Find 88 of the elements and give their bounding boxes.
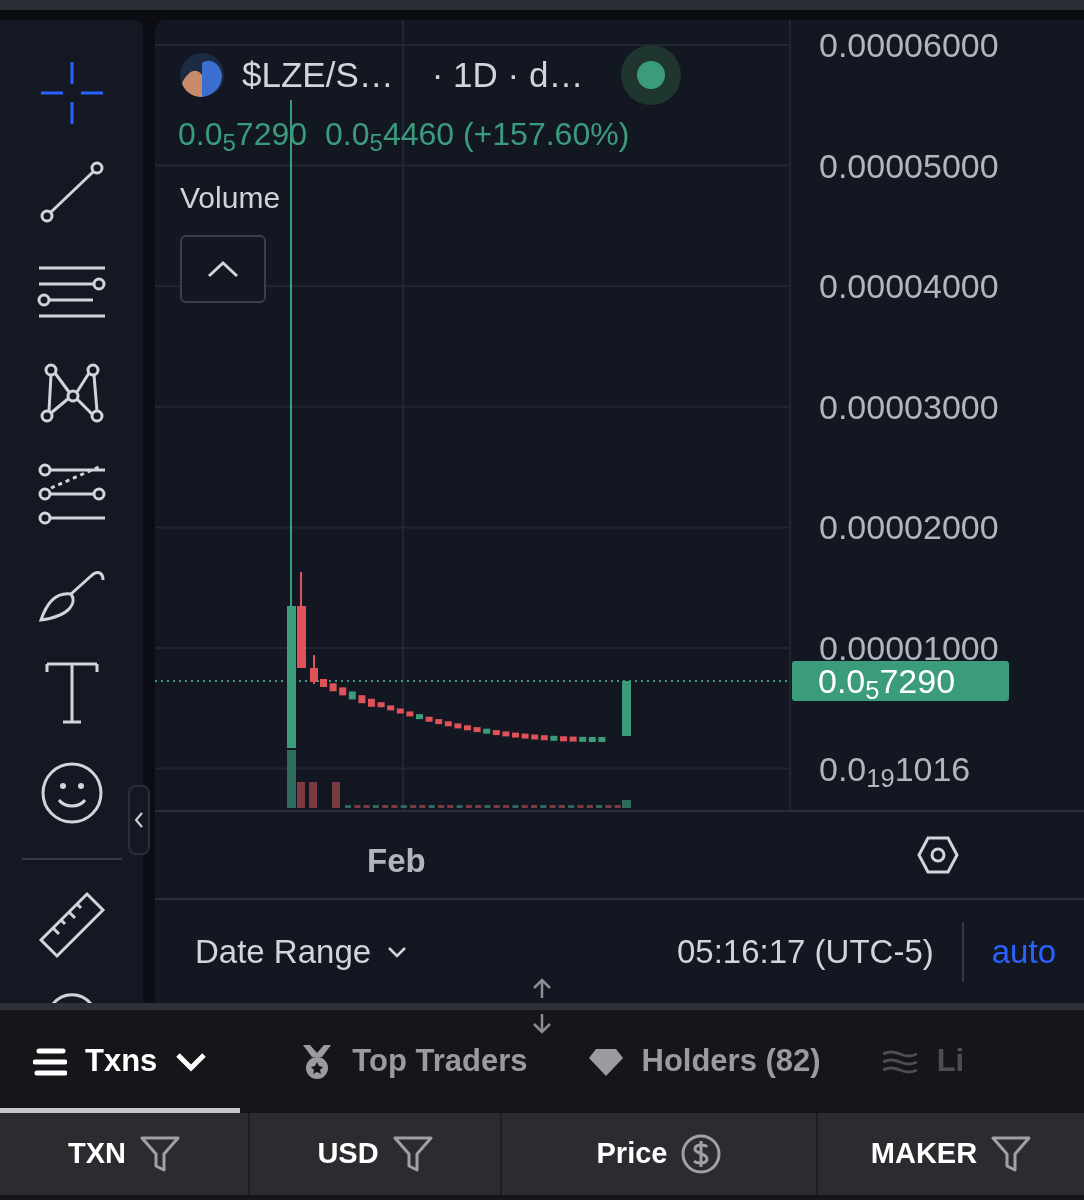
chevron-up-icon: [207, 260, 239, 278]
volume-bar: [558, 805, 565, 808]
volume-bar: [345, 805, 351, 808]
volume-bar: [428, 805, 435, 808]
current-price-label: 0.0$_{5}$7290: [792, 661, 1009, 701]
candle: [320, 679, 327, 687]
volume-bar: [586, 805, 593, 808]
candle: [521, 733, 529, 739]
volume-bar: [447, 805, 454, 808]
candle: [512, 732, 519, 738]
volume-bar: [400, 805, 407, 808]
price-axis-label: 0.0$_{19}$1016: [819, 748, 971, 789]
collapse-handle[interactable]: [128, 785, 150, 855]
column-header[interactable]: TXN: [68, 1132, 126, 1176]
candle: [329, 683, 337, 692]
candle: [425, 716, 433, 722]
volume-bar: [540, 805, 547, 808]
volume-bar: [410, 805, 417, 808]
date-range-dropdown[interactable]: Date Range: [195, 926, 408, 977]
volume-bar: [332, 782, 340, 808]
candle: [473, 727, 481, 733]
volume-bar: [503, 805, 510, 808]
token-avatar: [180, 53, 224, 97]
volume-bar: [438, 805, 444, 808]
auto-scale-button[interactable]: auto: [991, 926, 1056, 977]
volume-bar: [577, 805, 584, 808]
volume-bar: [419, 805, 426, 808]
column-header[interactable]: MAKER: [870, 1132, 978, 1176]
volume-bar: [568, 805, 575, 808]
candle: [569, 736, 577, 742]
clock-label[interactable]: 05:16:17 (UTC-5): [677, 926, 934, 977]
candle: [368, 698, 375, 707]
diamond-icon: [587, 1046, 624, 1077]
candle: [416, 714, 423, 720]
candle: [502, 731, 510, 737]
price-axis-label: 0.00003000: [819, 386, 999, 427]
volume-bar: [363, 805, 370, 808]
volume-bar: [605, 805, 612, 808]
chevron-down-icon: [175, 1051, 208, 1072]
symbol-title: $LZE/S…: [242, 53, 394, 96]
price-axis-label: 0.00005000: [819, 145, 999, 186]
time-axis-label: Feb: [367, 841, 426, 881]
volume-bar: [521, 805, 528, 808]
volume-bar: [549, 805, 556, 808]
tab[interactable]: Holders (82): [587, 1010, 821, 1113]
filter-icon[interactable]: [392, 1136, 433, 1172]
interval-label: · 1D · d…: [431, 53, 584, 96]
column-header[interactable]: Price: [596, 1132, 668, 1176]
candle: [560, 736, 567, 742]
dollar-icon[interactable]: [681, 1134, 722, 1174]
candle: [598, 737, 606, 742]
candle: [464, 725, 471, 731]
volume-bar: [372, 805, 379, 808]
volume-bar: [456, 805, 463, 808]
volume-bar: [512, 805, 519, 808]
waves-icon: [880, 1048, 919, 1075]
volume-bar: [493, 805, 500, 808]
collapse-button[interactable]: [180, 235, 266, 303]
price-axis-label: 0.00002000: [819, 507, 999, 548]
volume-bar: [354, 805, 361, 808]
price-axis-label: 0.00006000: [819, 25, 999, 65]
volume-bar: [596, 805, 603, 808]
volume-bar: [475, 805, 482, 808]
menu-icon: [33, 1046, 67, 1077]
ruler-icon[interactable]: [36, 890, 107, 960]
candle: [310, 654, 318, 685]
column-header[interactable]: USD: [317, 1132, 379, 1176]
settings-icon[interactable]: [917, 836, 959, 874]
candle: [406, 711, 414, 717]
price-change: 0.0$_{5}$4460 (+157.60%): [325, 115, 630, 158]
candle: [454, 723, 462, 729]
volume-bar: [484, 805, 491, 808]
filter-icon[interactable]: [140, 1136, 180, 1172]
volume-bar: [465, 805, 472, 808]
candle: [550, 735, 558, 741]
chevron-down-icon: [387, 945, 408, 958]
volume-bar: [309, 782, 317, 808]
resize-icon[interactable]: [530, 978, 554, 1034]
tab[interactable]: Top Traders: [300, 1010, 528, 1113]
volume-bar: [531, 805, 537, 808]
candle: [622, 681, 631, 736]
candle: [377, 702, 385, 708]
candle: [358, 695, 366, 704]
price-axis-label: 0.00004000: [819, 266, 999, 307]
volume-bar: [391, 805, 398, 808]
filter-icon[interactable]: [991, 1136, 1032, 1172]
indicator-label: Volume: [180, 180, 281, 216]
volume-bar: [382, 805, 389, 808]
